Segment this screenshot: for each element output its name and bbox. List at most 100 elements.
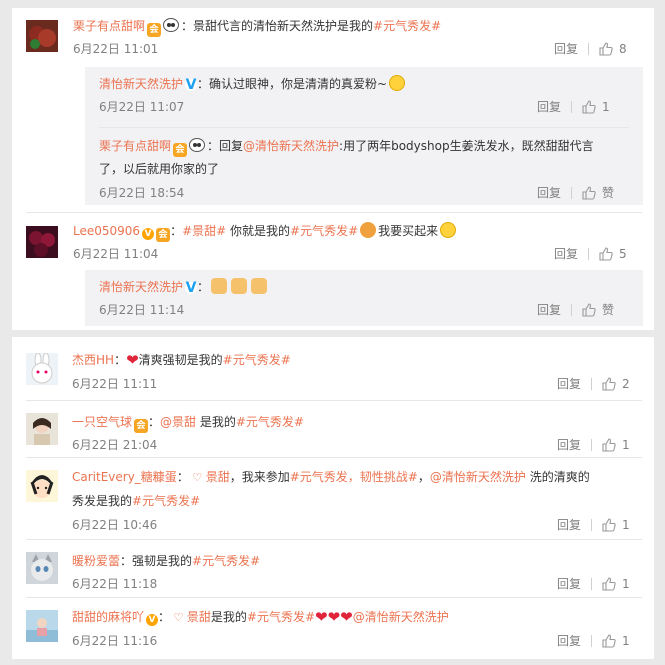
thumbs-up-icon (599, 42, 613, 56)
avatar[interactable] (26, 610, 58, 642)
reply-button[interactable]: 回复 (554, 245, 578, 263)
hashtag-link[interactable]: #元气秀发# (373, 19, 441, 33)
hashtag-link[interactable]: #元气秀发，韧性挑战# (290, 470, 418, 484)
reply-button[interactable]: 回复 (557, 436, 581, 454)
comment-time: 6月22日 11:01 (73, 42, 159, 56)
like-count: 1 (602, 100, 610, 114)
like-button[interactable]: 1 (602, 575, 630, 593)
hashtag-link[interactable]: #景甜# (182, 224, 226, 238)
hashtag-link[interactable]: #元气秀发# (192, 554, 260, 568)
comment-text: ：强韧是我的 (120, 554, 193, 568)
like-count: 8 (619, 42, 627, 56)
member-badge-icon: 会 (134, 419, 149, 433)
like-button[interactable]: 赞 (582, 301, 614, 319)
username[interactable]: 栗子有点甜啊 (99, 139, 171, 153)
reply-button[interactable]: 回复 (557, 375, 581, 393)
comment-time: 6月22日 11:18 (72, 577, 158, 591)
comment-text: ： (114, 353, 127, 367)
reply-button[interactable]: 回复 (557, 575, 581, 593)
avatar[interactable] (26, 352, 58, 385)
hashtag-link[interactable]: #元气秀发# (132, 494, 200, 508)
like-button[interactable]: 1 (602, 632, 630, 650)
comment-text: 是我的 (210, 610, 247, 624)
username[interactable]: 栗子有点甜啊 (73, 19, 145, 33)
link-icon: ♡ (170, 611, 187, 624)
mention-link[interactable]: 景甜 (206, 470, 230, 484)
mention-link[interactable]: @清怡新天然洗护 (353, 610, 449, 624)
reply-text: :用了两年bodyshop生姜洗发水，既然甜甜代言 (339, 139, 594, 153)
reply-button[interactable]: 回复 (537, 184, 561, 202)
comment-text: 是我的 (196, 415, 236, 429)
thumbs-up-icon (602, 634, 616, 648)
like-count: 1 (622, 518, 630, 532)
reply-button[interactable]: 回复 (557, 632, 581, 650)
like-count: 赞 (602, 186, 615, 200)
link-icon: ♡ (188, 471, 206, 484)
comment-divider (26, 212, 642, 213)
hashtag-link[interactable]: #元气秀发# (236, 415, 304, 429)
clap-emoji-icon (251, 278, 268, 294)
mention-link[interactable]: 景甜 (187, 610, 211, 624)
surprised-emoji-icon (440, 222, 457, 238)
comment-text: ：景甜代言的清怡新天然洗护是我的 (181, 19, 374, 33)
like-count: 5 (619, 247, 627, 261)
like-button[interactable]: 5 (599, 245, 627, 263)
thumbs-up-icon (582, 303, 596, 317)
like-button[interactable]: 1 (602, 516, 630, 534)
member-badge-icon: 会 (156, 228, 171, 242)
thumbs-up-icon (602, 377, 616, 391)
comment-panel-bottom: 杰西HH：❤清爽强韧是我的#元气秀发# 6月22日 11:11 回复 2 一只空… (12, 337, 654, 659)
action-divider (588, 248, 590, 260)
reply-button[interactable]: 回复 (537, 98, 561, 116)
like-button[interactable]: 1 (582, 98, 610, 116)
panda-emoji-icon (163, 18, 180, 32)
avatar[interactable] (26, 20, 58, 52)
username[interactable]: 甜甜的麻将吖 (72, 610, 144, 624)
action-divider (591, 635, 593, 647)
like-button[interactable]: 1 (602, 436, 630, 454)
avatar[interactable] (26, 226, 58, 258)
hashtag-link[interactable]: #元气秀发# (290, 224, 358, 238)
comment-text: ： (176, 470, 189, 484)
comment-text: ， (417, 470, 430, 484)
avatar[interactable] (26, 470, 58, 502)
reply-divider (99, 127, 629, 128)
like-button[interactable]: 2 (602, 375, 630, 393)
reply-time: 6月22日 18:54 (99, 186, 185, 200)
reply-time: 6月22日 11:14 (99, 303, 185, 317)
like-button[interactable]: 赞 (582, 184, 614, 202)
username[interactable]: 杰西HH (72, 353, 114, 367)
smile-emoji-icon (389, 75, 406, 91)
username[interactable]: 一只空气球 (72, 415, 132, 429)
action-divider (591, 378, 593, 390)
mention-link[interactable]: @景甜 (160, 415, 196, 429)
reply-button[interactable]: 回复 (557, 516, 581, 534)
like-count: 2 (622, 377, 630, 391)
username[interactable]: 清怡新天然洗护 (99, 280, 183, 294)
username[interactable]: 暖粉爱蕾 (72, 554, 120, 568)
action-divider (588, 43, 590, 55)
mention-link[interactable]: @清怡新天然洗护 (430, 470, 526, 484)
comment-time: 6月22日 11:16 (72, 634, 158, 648)
verified-v-icon: V (146, 614, 159, 626)
username[interactable]: 清怡新天然洗护 (99, 77, 183, 91)
like-button[interactable]: 8 (599, 40, 627, 58)
verified-v-icon: V (185, 280, 198, 296)
verified-v-icon: V (185, 77, 198, 93)
comment-text: ，我来参加 (229, 470, 290, 484)
hashtag-link[interactable]: #元气秀发# (247, 610, 315, 624)
username[interactable]: Lee050906 (73, 224, 140, 238)
comment-time: 6月22日 11:04 (73, 247, 159, 261)
reply-text: ：回复 (207, 139, 244, 153)
reply-box: 清怡新天然洗护 V：确认过眼神，你是清清的真爱粉~ 6月22日 11:07 回复 … (85, 67, 643, 205)
hashtag-link[interactable]: #元气秀发# (223, 353, 291, 367)
avatar[interactable] (26, 552, 58, 584)
reply-box: 清怡新天然洗护 V： 6月22日 11:14 回复 赞 (85, 270, 643, 326)
avatar[interactable] (26, 413, 58, 445)
reply-button[interactable]: 回复 (554, 40, 578, 58)
thumbs-up-icon (602, 518, 616, 532)
mention-link[interactable]: @清怡新天然洗护 (243, 139, 339, 153)
username[interactable]: CaritEvery_糖糠蛋 (72, 470, 177, 484)
comment-panel-top: 栗子有点甜啊会：景甜代言的清怡新天然洗护是我的#元气秀发# 6月22日 11:0… (12, 8, 654, 330)
reply-button[interactable]: 回复 (537, 301, 561, 319)
